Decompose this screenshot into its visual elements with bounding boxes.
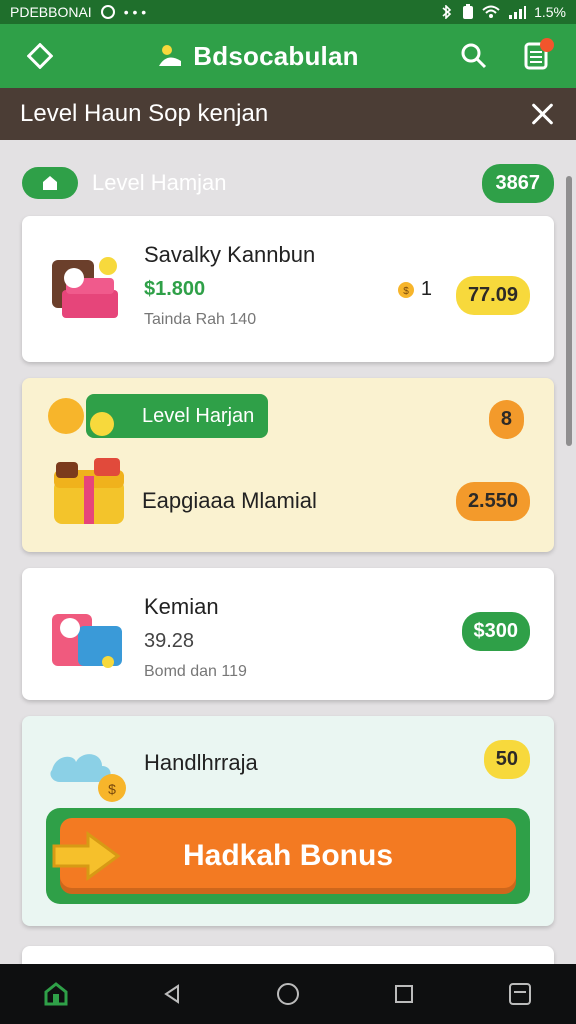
small-yellow-badge: 50: [483, 740, 530, 779]
status-left-text: PDEBBONAI: [10, 4, 92, 20]
small-orange-badge: 8: [488, 400, 524, 439]
level-label: Level Harjan: [142, 404, 255, 427]
app-bar: Bdsocabulan: [0, 24, 576, 88]
subheader-title: Level Haun Sop kenjan: [20, 100, 269, 127]
home-icon: [44, 982, 68, 1006]
notification-button[interactable]: [516, 36, 556, 76]
battery-icon: [463, 4, 474, 19]
card-title: Eapgiaaa Mlamial: [142, 488, 317, 513]
recent-button[interactable]: [386, 976, 422, 1012]
status-notification-icon: [100, 5, 115, 19]
svg-text:$: $: [403, 286, 409, 297]
card-title: Handlhrraja: [144, 750, 258, 775]
card-item-2[interactable]: Level Harjan 8 Eapgiaaa Mlamial 2.550: [22, 378, 554, 552]
brand-logo-icon: [159, 45, 182, 66]
home-mini-icon: [43, 176, 57, 190]
next-card-peek: [22, 946, 554, 966]
status-right-text: 1.5%: [534, 4, 566, 20]
bluetooth-icon: [442, 5, 452, 19]
status-bar: PDEBBONAI • • • 1.5%: [0, 0, 576, 24]
menu-button[interactable]: [502, 976, 538, 1012]
price-badge: 2.550: [455, 482, 530, 521]
card-item-3[interactable]: Kemian 39.28 Bomd dan 119 $300: [22, 568, 554, 700]
card-coins: $ 1: [397, 278, 432, 301]
signal-icon: [509, 6, 527, 19]
coins-icon: [48, 398, 114, 436]
section-title: Level Hamjan: [92, 170, 227, 195]
back-button[interactable]: [154, 976, 190, 1012]
card-price: $1.800: [144, 278, 206, 300]
price-badge: 77.09: [455, 276, 530, 315]
card-title: Savalky Kannbun: [144, 242, 316, 267]
price-badge: $300: [461, 612, 530, 651]
back-icon: [164, 984, 179, 1004]
recent-icon: [395, 985, 413, 1003]
arrow-icon: [52, 831, 121, 881]
home-button[interactable]: [38, 976, 74, 1012]
gift-illustration: [52, 257, 118, 318]
section-header: Level Hamjan 3867: [22, 150, 554, 216]
card-subtitle: Tainda Rah 140: [144, 311, 257, 328]
card-item-4[interactable]: $ Handlhrraja 50 Hadkah Bonus: [22, 716, 554, 926]
svg-text:$: $: [108, 781, 116, 797]
level-chip: Level Harjan: [48, 394, 269, 438]
brand: Bdsocabulan: [155, 40, 359, 72]
nav-bar: [0, 964, 576, 1024]
diamond-icon: [27, 43, 53, 69]
search-icon: [461, 43, 487, 69]
bonus-container: Hadkah Bonus: [46, 808, 530, 904]
scrollbar-thumb[interactable]: [566, 176, 572, 446]
bonus-label: Hadkah Bonus: [182, 839, 394, 872]
content: Level Hamjan 3867 Savalky Kannbun $1.800…: [22, 150, 554, 942]
menu-icon: [509, 983, 531, 1005]
subheader-bar: Level Haun Sop kenjan: [0, 88, 576, 140]
card-price: 39.28: [144, 630, 195, 652]
app-title: Bdsocabulan: [193, 40, 359, 71]
card-item-1[interactable]: Savalky Kannbun $1.800 Tainda Rah 140 $ …: [22, 216, 554, 362]
coin-icon: $: [397, 281, 414, 298]
card-title: Kemian: [144, 594, 219, 619]
gift-boxes-illustration: [52, 614, 122, 668]
notification-badge: [539, 38, 554, 52]
home-circle-button[interactable]: [270, 976, 306, 1012]
home-circle-icon: [277, 983, 299, 1005]
bonus-button[interactable]: Hadkah Bonus: [52, 818, 516, 894]
diamond-button[interactable]: [20, 36, 60, 76]
section-count: 3867: [481, 163, 554, 203]
treasure-box-illustration: [54, 458, 124, 524]
card-subtitle: Bomd dan 119: [144, 663, 247, 680]
wifi-icon: [482, 5, 500, 18]
coin-count: 1: [420, 278, 432, 300]
close-icon[interactable]: [528, 100, 556, 128]
status-dots: • • •: [123, 4, 147, 20]
section-icon: [22, 167, 78, 199]
search-button[interactable]: [454, 36, 494, 76]
